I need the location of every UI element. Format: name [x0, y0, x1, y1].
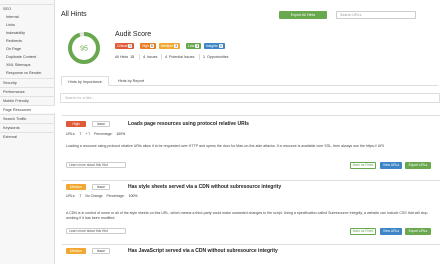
- sidebar-item-security[interactable]: Security: [0, 78, 55, 86]
- export-urls-button[interactable]: Export URLs: [405, 228, 431, 235]
- severity-badge: High: [66, 121, 86, 127]
- sidebar-item-search-traffic[interactable]: Search Traffic: [0, 114, 55, 122]
- sidebar-item-links[interactable]: Links: [0, 21, 55, 29]
- view-urls-button[interactable]: View URLs: [380, 162, 402, 169]
- sidebar-item-keywords[interactable]: Keywords: [0, 123, 55, 131]
- search-urls-input[interactable]: Search URLs: [336, 11, 416, 19]
- learn-more-button[interactable]: Learn more about this Hint: [66, 228, 126, 234]
- audit-score-title: Audit Score: [115, 31, 152, 38]
- hint-search-input[interactable]: Search for a hint...: [60, 93, 440, 103]
- hint-description: Loading a resource using protocol relati…: [66, 144, 384, 148]
- sidebar-item-seo[interactable]: SEO: [0, 4, 55, 12]
- export-all-hints-button[interactable]: Export All Hints: [279, 11, 327, 19]
- learn-more-button[interactable]: Learn more about this Hint: [66, 162, 126, 168]
- tab-hints-by-report[interactable]: Hints by Report: [113, 76, 149, 86]
- tab-bar: Hints by Importance Hints by Report: [61, 74, 438, 86]
- hint-card: Medium Issue Has style sheets served via…: [62, 180, 440, 244]
- sidebar-item-response-vs-render[interactable]: Response vs Render: [0, 69, 55, 77]
- hint-metrics: URLs: 7 No Change Percentage: 100%: [66, 194, 138, 198]
- stat-opportunities: 1 Opportunities: [203, 55, 229, 59]
- sidebar-item-duplicate-content[interactable]: Duplicate Content: [0, 53, 55, 61]
- badge-high[interactable]: High 6: [140, 43, 156, 49]
- sidebar-item-performance[interactable]: Performance: [0, 87, 55, 95]
- issue-type-badge: Issue: [92, 121, 110, 127]
- badge-insights[interactable]: Insights 4: [204, 43, 225, 49]
- sidebar-item-mobile-friendly[interactable]: Mobile Friendly: [0, 96, 55, 104]
- sidebar-item-on-page[interactable]: On Page: [0, 45, 55, 53]
- hint-description: A CDN is in control of some or all of th…: [66, 211, 428, 220]
- export-urls-button[interactable]: Export URLs: [405, 162, 431, 169]
- mark-as-fixed-button[interactable]: Mark as Fixed: [350, 162, 376, 169]
- hint-card: High Issue Loads page resources using pr…: [62, 115, 440, 170]
- badge-low[interactable]: Low 3: [186, 43, 202, 49]
- sidebar-item-page-resources[interactable]: Page Resources: [0, 105, 55, 113]
- hint-metrics: URLs: 7 + 7 Percentage: 100%: [66, 132, 126, 136]
- page-title: All Hints: [61, 11, 87, 18]
- stat-issues: 4 Issues: [143, 55, 158, 59]
- sidebar: SEO Internal Links Indexability Redirect…: [0, 0, 55, 264]
- hint-title[interactable]: Loads page resources using protocol rela…: [128, 121, 249, 127]
- severity-badge: Medium: [66, 248, 86, 254]
- audit-score-card: 95 Audit Score Critical 0 High 6 Medium 3 L…: [61, 25, 438, 71]
- sidebar-item-internal[interactable]: Internal: [0, 13, 55, 21]
- badge-medium[interactable]: Medium 3: [159, 43, 180, 49]
- hint-title[interactable]: Has JavaScript served via a CDN without …: [128, 248, 278, 254]
- score-gauge: 95: [68, 32, 100, 64]
- view-urls-button[interactable]: View URLs: [380, 228, 402, 235]
- badge-critical[interactable]: Critical 0: [115, 43, 135, 49]
- tab-hints-by-importance[interactable]: Hints by Importance: [61, 76, 109, 86]
- issue-type-badge: Issue: [92, 248, 110, 254]
- score-value: 95: [80, 46, 88, 53]
- hint-title[interactable]: Has style sheets served via a CDN withou…: [128, 184, 281, 190]
- issue-type-badge: Issue: [92, 184, 110, 190]
- sidebar-item-redirects[interactable]: Redirects: [0, 37, 55, 45]
- severity-badge: Medium: [66, 184, 86, 190]
- stat-potential-issues: 4 Potential Issues: [165, 55, 195, 59]
- sidebar-item-indexability[interactable]: Indexability: [0, 29, 55, 37]
- sidebar-item-external[interactable]: External: [0, 132, 55, 140]
- hint-card: Medium Issue Has JavaScript served via a…: [62, 244, 440, 264]
- mark-as-fixed-button[interactable]: Mark as Fixed: [350, 228, 376, 235]
- sidebar-item-xml-sitemaps[interactable]: XML Sitemaps: [0, 61, 55, 69]
- stat-all-hints: All Hints 15: [115, 55, 135, 59]
